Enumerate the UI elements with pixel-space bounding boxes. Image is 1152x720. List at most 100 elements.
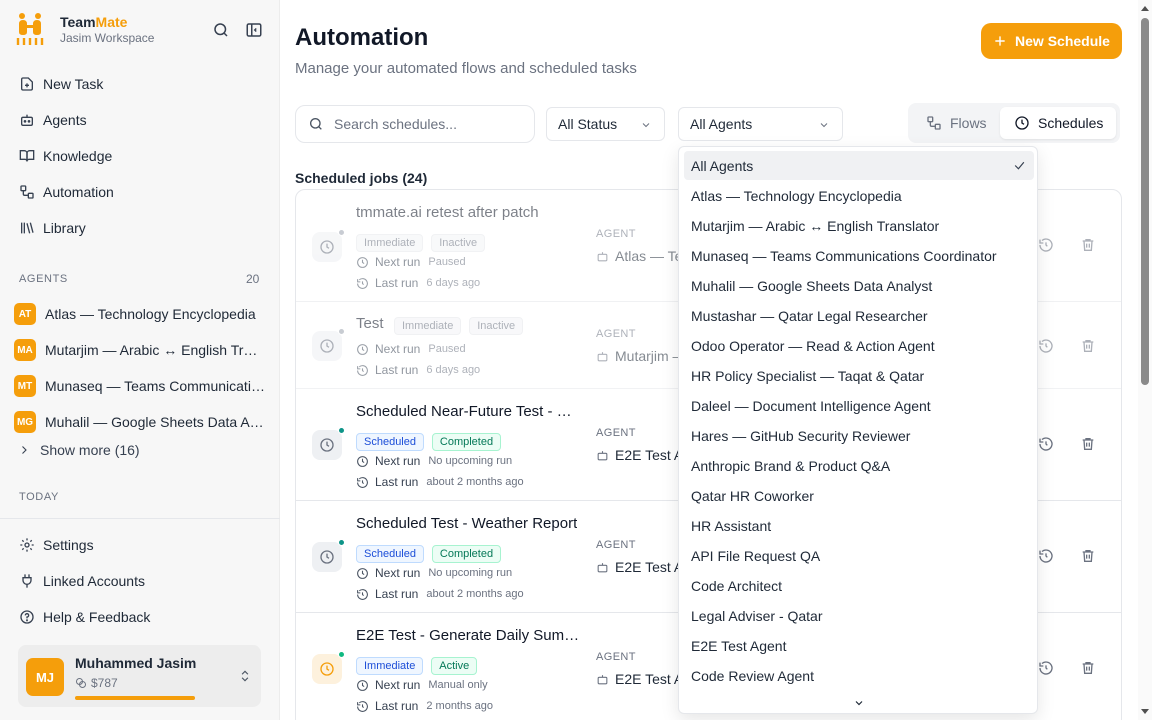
nav-new-task[interactable]: New Task xyxy=(12,66,268,102)
job-title: Scheduled Near-Future Test - Weather Rep… xyxy=(356,403,584,420)
search-icon[interactable] xyxy=(212,21,230,39)
page-subtitle: Manage your automated flows and schedule… xyxy=(295,60,637,77)
agent-filter-select[interactable]: All Agents xyxy=(678,107,843,141)
job-agent: E2E Test A xyxy=(596,671,683,687)
bot-icon xyxy=(597,562,608,572)
sidebar-agent-item[interactable]: MG Muhalil — Google Sheets Data Analyst xyxy=(14,404,268,440)
dropdown-option[interactable]: HR Assistant xyxy=(684,511,1034,540)
status-filter-select[interactable]: All Status xyxy=(546,107,665,141)
dropdown-option[interactable]: All Agents xyxy=(684,151,1034,180)
dropdown-option[interactable]: E2E Test Agent xyxy=(684,631,1034,660)
clock-icon xyxy=(357,679,368,691)
trash-icon[interactable] xyxy=(1080,436,1096,452)
user-name: Muhammed Jasim xyxy=(75,655,197,671)
dropdown-option[interactable]: Mutarjim — Arabic ↔ English Translator xyxy=(684,211,1034,240)
dropdown-option[interactable]: Munaseq — Teams Communications Coordinat… xyxy=(684,241,1034,270)
tab-flows[interactable]: Flows xyxy=(916,107,997,139)
brand-name: TeamMate xyxy=(60,13,128,30)
dropdown-option[interactable]: HR Policy Specialist — Taqat & Qatar xyxy=(684,361,1034,390)
agent-avatar: MG xyxy=(14,411,36,433)
sidebar-agent-item[interactable]: MA Mutarjim — Arabic ↔ English Translato… xyxy=(14,332,268,368)
chevron-down-icon xyxy=(642,123,650,128)
history-icon xyxy=(357,476,368,488)
dropdown-option[interactable]: Code Architect xyxy=(684,571,1034,600)
tab-schedules[interactable]: Schedules xyxy=(1000,107,1116,139)
search-box xyxy=(295,105,535,143)
history-icon[interactable] xyxy=(1038,548,1054,564)
job-title: Test xyxy=(356,315,384,332)
dropdown-option[interactable]: Muhalil — Google Sheets Data Analyst xyxy=(684,271,1034,300)
agent-avatar: MA xyxy=(14,339,36,361)
brand[interactable]: TeamMate Jasim Workspace xyxy=(16,12,154,46)
dropdown-option[interactable]: Anthropic Brand & Product Q&A xyxy=(684,451,1034,480)
coins-icon xyxy=(76,678,86,688)
search-input[interactable] xyxy=(334,116,514,132)
status-dot xyxy=(338,427,345,434)
job-status-icon xyxy=(312,539,345,572)
trash-icon[interactable] xyxy=(1080,338,1096,354)
sidebar-agent-item[interactable]: MT Munaseq — Teams Communications Coordi… xyxy=(14,368,268,404)
chevron-down-icon xyxy=(820,123,828,128)
status-dot xyxy=(338,651,345,658)
agent-filter-dropdown: All Agents Atlas — Technology Encycloped… xyxy=(678,146,1038,714)
dropdown-option[interactable]: Hares — GitHub Security Reviewer xyxy=(684,421,1034,450)
history-icon xyxy=(357,277,368,289)
trash-icon[interactable] xyxy=(1080,660,1096,676)
dropdown-option[interactable]: API File Request QA xyxy=(684,541,1034,570)
agent-name: Mutarjim — Arabic ↔ English Translator xyxy=(45,342,265,358)
clock-icon xyxy=(1015,116,1029,130)
agent-name: Muhalil — Google Sheets Data Analyst xyxy=(45,414,265,430)
dropdown-option[interactable]: Daleel — Document Intelligence Agent xyxy=(684,391,1034,420)
nav-linked-accounts[interactable]: Linked Accounts xyxy=(12,563,268,599)
nav-automation[interactable]: Automation xyxy=(12,174,268,210)
nav-settings[interactable]: Settings xyxy=(12,527,268,563)
nav-knowledge[interactable]: Knowledge xyxy=(12,138,268,174)
show-more-agents[interactable]: Show more (16) xyxy=(18,442,140,458)
dropdown-option[interactable]: Odoo Operator — Read & Action Agent xyxy=(684,331,1034,360)
clock-icon xyxy=(320,662,334,676)
status-badge: Inactive xyxy=(431,234,486,252)
chevron-down-icon[interactable] xyxy=(853,697,865,709)
history-icon[interactable] xyxy=(1038,660,1054,676)
history-icon[interactable] xyxy=(1038,436,1054,452)
last-run: Last run about 2 months ago xyxy=(356,587,524,601)
next-run: Next run No upcoming run xyxy=(356,454,512,468)
job-agent: Atlas — Te xyxy=(596,248,682,264)
dropdown-option[interactable]: Legal Adviser - Qatar xyxy=(684,601,1034,630)
avatar: MJ xyxy=(26,658,64,696)
jobs-count-label: Scheduled jobs (24) xyxy=(295,170,428,186)
dropdown-option[interactable]: Code Review Agent xyxy=(684,661,1034,690)
new-schedule-button[interactable]: New Schedule xyxy=(981,23,1122,59)
scroll-up-arrow-icon[interactable] xyxy=(1141,6,1149,11)
clock-icon xyxy=(357,343,368,355)
new-task-icon xyxy=(21,77,33,91)
page-title: Automation xyxy=(295,24,429,51)
user-card[interactable]: MJ Muhammed Jasim $787 xyxy=(18,645,261,707)
dropdown-option[interactable]: Mustashar — Qatar Legal Researcher xyxy=(684,301,1034,330)
clock-icon xyxy=(357,455,368,467)
nav-library[interactable]: Library xyxy=(12,210,268,246)
main-nav: New Task Agents Knowledge Automation Lib… xyxy=(12,66,268,246)
scrollbar-thumb[interactable] xyxy=(1141,18,1149,385)
sidebar-agent-item[interactable]: AT Atlas — Technology Encyclopedia xyxy=(14,296,268,332)
search-icon xyxy=(310,118,322,130)
history-icon[interactable] xyxy=(1038,237,1054,253)
workflow-icon xyxy=(927,116,941,130)
scroll-down-arrow-icon[interactable] xyxy=(1141,709,1149,714)
trash-icon[interactable] xyxy=(1080,237,1096,253)
clock-icon xyxy=(320,438,334,452)
type-badge: Scheduled xyxy=(356,433,424,451)
credit-progress-bar xyxy=(75,696,195,700)
agent-column-label: AGENT xyxy=(596,539,636,551)
dropdown-option[interactable]: Qatar HR Coworker xyxy=(684,481,1034,510)
history-icon[interactable] xyxy=(1038,338,1054,354)
sidebar-toggle-icon[interactable] xyxy=(245,21,263,39)
nav-help-feedback[interactable]: Help & Feedback xyxy=(12,599,268,635)
teammate-logo-icon xyxy=(16,13,44,45)
clock-icon xyxy=(320,339,334,353)
bot-icon xyxy=(597,450,608,460)
trash-icon[interactable] xyxy=(1080,548,1096,564)
dropdown-option[interactable]: Atlas — Technology Encyclopedia xyxy=(684,181,1034,210)
status-dot xyxy=(338,539,345,546)
nav-agents[interactable]: Agents xyxy=(12,102,268,138)
